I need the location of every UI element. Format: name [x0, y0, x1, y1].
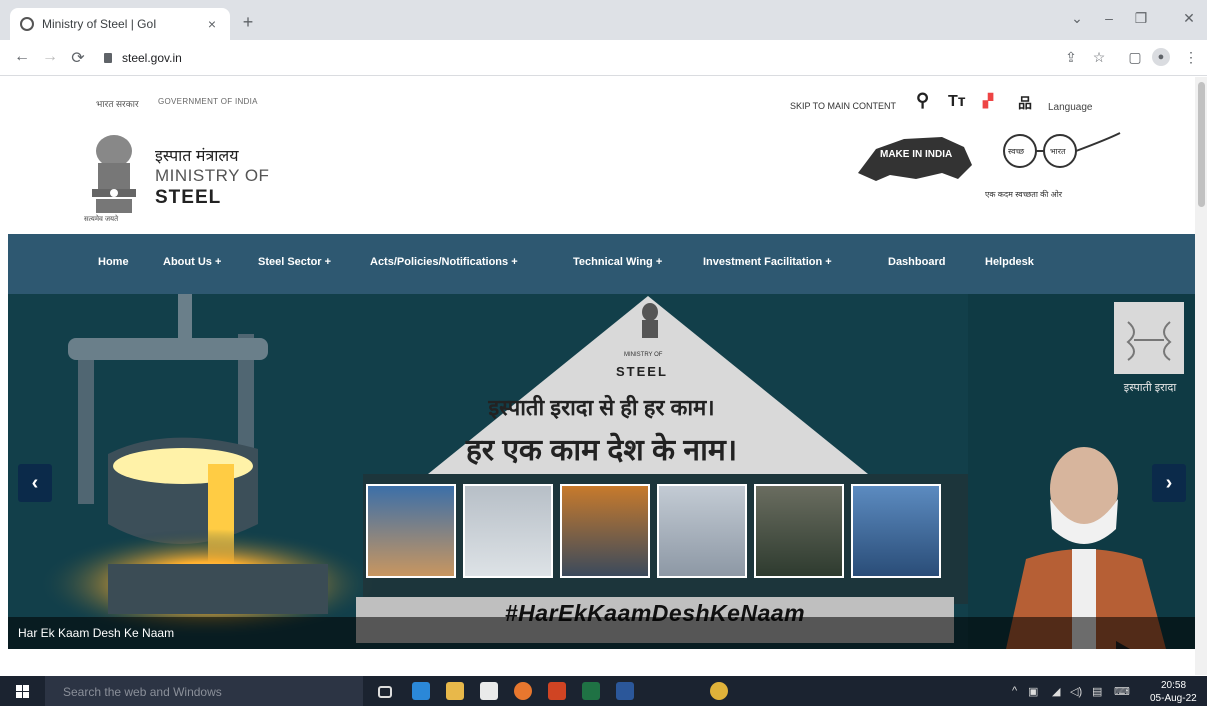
nav-dashboard[interactable]: Dashboard [888, 256, 945, 268]
restore-button[interactable]: ❐ [1130, 10, 1152, 27]
web-page: भारत सरकार GOVERNMENT OF INDIA SKIP TO M… [8, 77, 1195, 675]
profile-avatar-icon[interactable]: ● [1152, 48, 1170, 66]
globe-icon [20, 17, 34, 31]
ministry-title-line1[interactable]: MINISTRY OF [155, 166, 269, 186]
swachh-right-text: भारत [1050, 147, 1066, 156]
language-selector[interactable]: Language [1048, 102, 1093, 113]
ministry-small-caption: MINISTRY OF [624, 352, 663, 358]
national-emblem-icon[interactable] [88, 133, 140, 225]
lock-icon [104, 53, 112, 63]
url-text: steel.gov.in [122, 51, 182, 65]
emblem-caption: सत्यमेव जयते [84, 216, 119, 223]
tab-close-icon[interactable]: × [204, 16, 220, 32]
nav-investment-facilitation[interactable]: Investment Facilitation + [703, 256, 832, 268]
text-size-icon[interactable]: Tт [948, 93, 966, 111]
excel-icon[interactable] [582, 682, 600, 700]
new-tab-button[interactable]: + [238, 12, 258, 32]
forward-icon[interactable]: → [40, 48, 60, 66]
scrollbar-thumb[interactable] [1198, 82, 1205, 207]
carousel-prev-button[interactable]: ‹ [18, 464, 52, 502]
reload-icon[interactable]: ⟳ [68, 48, 88, 68]
missile-photo [463, 484, 553, 578]
emblem-small-icon [642, 303, 658, 338]
tab-title: Ministry of Steel | GoI [42, 17, 157, 31]
tray-keyboard-icon[interactable]: ⌨ [1114, 685, 1130, 698]
nav-technical-wing[interactable]: Technical Wing + [573, 256, 662, 268]
back-icon[interactable]: ← [12, 48, 32, 66]
nav-home[interactable]: Home [98, 256, 129, 268]
edge-icon[interactable] [412, 682, 430, 700]
carousel-next-button[interactable]: › [1152, 464, 1186, 502]
metro-photo [657, 484, 747, 578]
skip-to-main-link[interactable]: SKIP TO MAIN CONTENT [790, 101, 896, 111]
task-view-icon[interactable] [378, 686, 392, 698]
address-bar[interactable]: steel.gov.in [104, 46, 1144, 70]
slide-caption: Har Ek Kaam Desh Ke Naam [18, 626, 175, 640]
taskbar-time[interactable]: 20:58 [1161, 680, 1186, 691]
play-icon[interactable] [1116, 641, 1130, 649]
ispati-irada-logo [1114, 302, 1184, 374]
file-explorer-icon[interactable] [446, 682, 464, 700]
taskbar: Search the web and Windows ^ ▣ ◢ ◁) ▤ ⌨ … [0, 676, 1207, 706]
gov-hindi-label[interactable]: भारत सरकार [96, 97, 139, 110]
make-in-india-logo[interactable]: MAKE IN INDIA [846, 129, 986, 189]
nav-about-us[interactable]: About Us + [163, 256, 221, 268]
firefox-icon[interactable] [514, 682, 532, 700]
word-icon[interactable] [616, 682, 634, 700]
chrome-icon[interactable] [710, 682, 728, 700]
steel-caption: STEEL [616, 364, 668, 379]
ship-photo [851, 484, 941, 578]
tray-wifi-icon[interactable]: ◢ [1052, 685, 1060, 698]
hero-carousel[interactable]: MINISTRY OF STEEL इस्पाती इरादा से ही हर… [8, 294, 1195, 649]
close-window-button[interactable]: ✕ [1178, 10, 1200, 27]
nav-steel-sector[interactable]: Steel Sector + [258, 256, 331, 268]
ispati-logo-icon [1126, 321, 1172, 361]
swachh-caption: एक कदम स्वच्छता की ओर [985, 190, 1063, 199]
share-icon[interactable]: ⇪ [1062, 49, 1080, 66]
browser-window: Ministry of Steel | GoI × + ⌄ – ❐ ✕ ← → … [0, 0, 1207, 676]
nav-helpdesk[interactable]: Helpdesk [985, 256, 1034, 268]
nav-acts-policies[interactable]: Acts/Policies/Notifications + [370, 256, 518, 268]
taskbar-date[interactable]: 05-Aug-22 [1150, 693, 1197, 704]
side-panel-icon[interactable]: ▢ [1126, 49, 1144, 66]
gov-english-label[interactable]: GOVERNMENT OF INDIA [158, 97, 258, 106]
browser-tab[interactable]: Ministry of Steel | GoI × [10, 8, 230, 40]
bookmark-star-icon[interactable]: ☆ [1090, 49, 1108, 66]
slide-headline-1: इस्पाती इरादा से ही हर काम। [488, 395, 715, 420]
search-icon[interactable]: ⚲ [916, 90, 929, 111]
tab-strip: Ministry of Steel | GoI × + ⌄ – ❐ ✕ [0, 0, 1207, 40]
ministry-title-line2[interactable]: STEEL [155, 187, 221, 209]
gov-top-bar: भारत सरकार GOVERNMENT OF INDIA SKIP TO M… [8, 77, 1195, 129]
minimize-button[interactable]: – [1098, 10, 1120, 26]
make-in-india-text: MAKE IN INDIA [880, 149, 952, 160]
tray-volume-icon[interactable]: ◁) [1070, 685, 1082, 698]
contrast-icon[interactable]: ▞ [983, 93, 993, 109]
windows-start-icon[interactable] [16, 685, 29, 698]
caption-bar [8, 617, 1195, 649]
swachh-left-text: स्वच्छ [1008, 147, 1025, 156]
pipes-photo [754, 484, 844, 578]
statue-photo [366, 484, 456, 578]
tray-chevron-icon[interactable]: ^ [1012, 685, 1017, 697]
ministry-hindi-title[interactable]: इस्पात मंत्रालय [155, 144, 239, 166]
more-menu-icon[interactable]: ⋮ [1182, 49, 1200, 66]
powerpoint-icon[interactable] [548, 682, 566, 700]
ispati-caption: इस्पाती इरादा [1123, 382, 1177, 394]
tab-search-chevron-icon[interactable]: ⌄ [1066, 10, 1088, 27]
store-icon[interactable] [480, 682, 498, 700]
sitemap-icon[interactable]: 品 [1018, 93, 1032, 113]
browser-toolbar: ← → ⟳ steel.gov.in ⇪ ☆ ▢ ● ⋮ [0, 40, 1207, 76]
taskbar-search-placeholder[interactable]: Search the web and Windows [63, 685, 222, 699]
solar-photo [560, 484, 650, 578]
tray-notification-icon[interactable]: ▤ [1092, 685, 1102, 698]
main-nav: Home About Us + Steel Sector + Acts/Poli… [8, 234, 1195, 294]
tray-network-icon[interactable]: ▣ [1028, 685, 1038, 698]
